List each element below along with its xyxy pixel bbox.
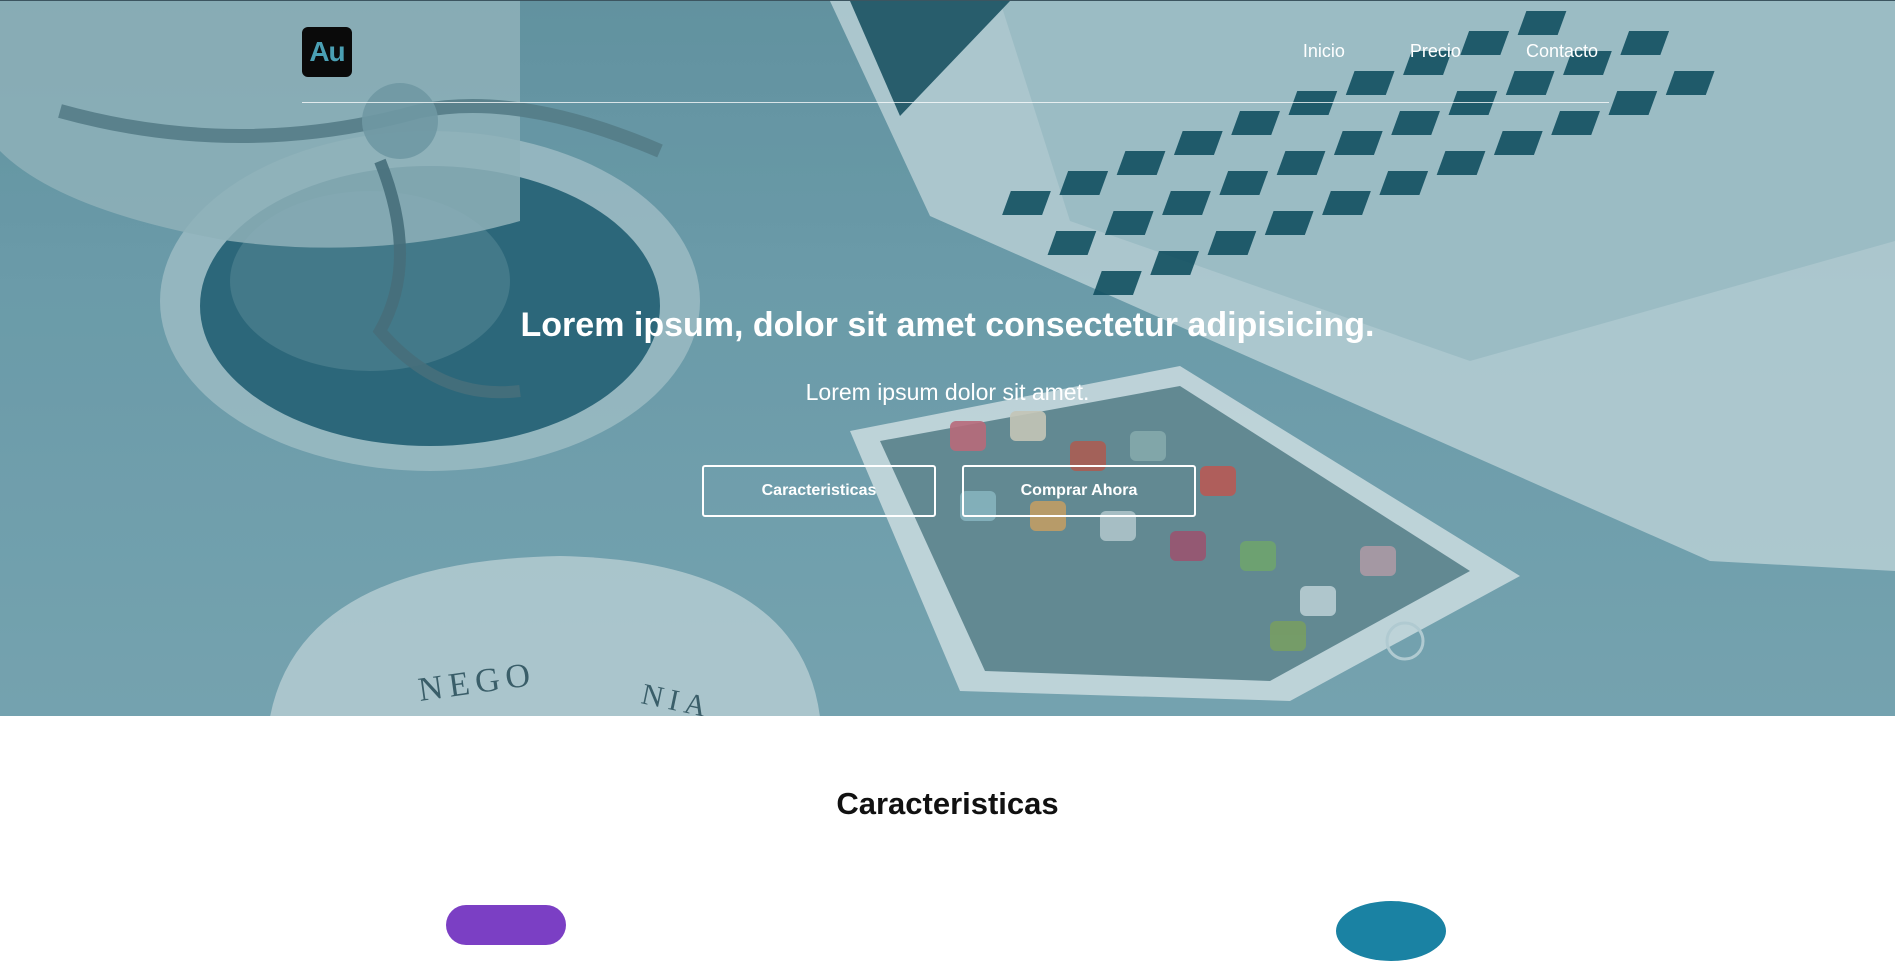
buy-now-button[interactable]: Comprar Ahora [962, 465, 1196, 517]
hero-title: Lorem ipsum, dolor sit amet consectetur … [520, 306, 1375, 344]
features-section-title: Caracteristicas [836, 786, 1059, 821]
main-nav: Inicio Precio Contacto [1303, 41, 1598, 62]
hero-actions: Caracteristicas Comprar Ahora [702, 465, 1196, 517]
brand-logo-text: Au [309, 36, 345, 67]
feature-icon-purple [446, 905, 566, 945]
nav-link-precio[interactable]: Precio [1410, 41, 1461, 62]
features-button[interactable]: Caracteristicas [702, 465, 936, 517]
feature-icon-teal [1336, 901, 1446, 961]
nav-link-contacto[interactable]: Contacto [1526, 41, 1598, 62]
hero-color-overlay [0, 1, 1895, 716]
header-divider [302, 102, 1609, 103]
nav-link-inicio[interactable]: Inicio [1303, 41, 1345, 62]
brand-logo[interactable]: Au [302, 27, 352, 77]
hero-section: NEGO NIA Au Inicio Precio Contacto Lorem… [0, 0, 1895, 716]
hero-subtitle: Lorem ipsum dolor sit amet. [805, 379, 1090, 405]
